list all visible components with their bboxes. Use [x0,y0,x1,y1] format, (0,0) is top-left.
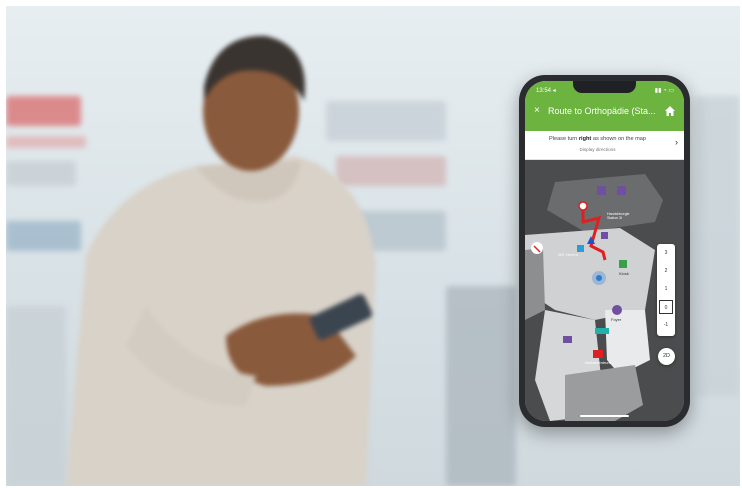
floor-selector: 3 2 1 0 -1 [657,244,675,336]
poi-icon [617,186,626,195]
phone-notch [573,81,636,93]
wing-left [525,248,545,320]
home-indicator [580,415,629,417]
person-silhouette [66,35,376,486]
emergency-icon [593,350,603,358]
label-notfall: Notfallzentrum [585,360,611,365]
instruction-prefix: Please turn [548,136,579,142]
label-wc: WC Herren [558,252,579,257]
compass-icon[interactable] [531,242,543,254]
poi-icon [597,186,606,195]
shelf-blur [696,96,740,396]
route-title: Route to Orthopädie (Sta... [548,106,656,116]
close-icon[interactable]: × [534,106,540,116]
label-handchirurgie: Handchirurgie Station 3i [607,212,630,220]
poi-icon [601,232,608,239]
view-2d-button[interactable]: 2D [658,348,675,365]
instruction-panel[interactable]: Please turn right as shown on the map Di… [525,131,684,160]
wc-icon [577,245,584,252]
smartphone: 13:54 ◂ ▮▮ ◔ ▭ × Route to Orthopädie (St… [519,75,690,427]
status-time: 13:54 ◂ [536,88,556,94]
floor-btn-0[interactable]: 0 [659,300,673,314]
floor-btn-1[interactable]: 1 [659,282,673,296]
label-kiosk: Kiosk [619,271,629,276]
floor-btn-3[interactable]: 3 [659,246,673,260]
display-directions-link[interactable]: Display directions [525,147,670,152]
kiosk-icon [619,260,627,268]
instruction-bold: right [578,136,592,142]
floor-btn-minus1[interactable]: -1 [659,318,673,332]
instruction-suffix: as shown on the map [591,136,647,142]
label-foyer: Foyer [611,317,622,322]
poi-icon [563,336,572,343]
chevron-right-icon[interactable]: › [675,137,678,147]
floor-btn-2[interactable]: 2 [659,264,673,278]
instruction-text: Please turn right as shown on the map [525,136,670,142]
phone-screen: 13:54 ◂ ▮▮ ◔ ▭ × Route to Orthopädie (St… [525,81,684,421]
shelf-blur [446,286,516,486]
destination-marker [578,201,588,211]
current-position [596,275,602,281]
status-icons: ▮▮ ◔ ▭ [654,88,674,94]
home-icon[interactable] [664,105,676,117]
foyer-icon [612,305,622,315]
counter-icon [595,328,609,334]
